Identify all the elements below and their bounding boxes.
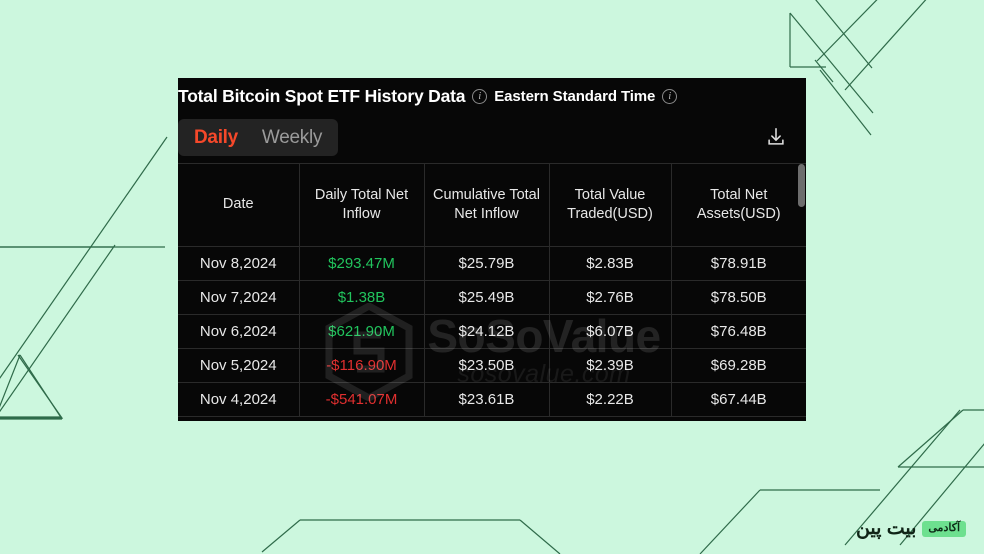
cell-date: Nov 8,2024 bbox=[178, 246, 300, 281]
cell-daily-net-inflow: -$116.90M bbox=[299, 348, 425, 383]
cell-total-value-traded: $2.39B bbox=[549, 348, 672, 383]
etf-history-panel: Total Bitcoin Spot ETF History Data i Ea… bbox=[178, 78, 806, 421]
table-header-row: Date Daily Total Net Inflow Cumulative T… bbox=[178, 164, 806, 247]
panel-header: Total Bitcoin Spot ETF History Data i Ea… bbox=[178, 78, 806, 114]
cell-date: Nov 7,2024 bbox=[178, 280, 300, 315]
cell-daily-net-inflow: -$541.07M bbox=[299, 382, 425, 417]
cell-date: Nov 5,2024 bbox=[178, 348, 300, 383]
cell-cumulative-net-inflow: $24.12B bbox=[424, 314, 550, 349]
etf-history-table-wrap: SoSoValue sosovalue.com Date Daily Total… bbox=[178, 163, 806, 419]
period-toggle-group: Daily Weekly bbox=[178, 118, 339, 156]
table-row[interactable]: Nov 5,2024 -$116.90M $23.50B $2.39B $69.28B bbox=[178, 348, 806, 383]
brand-badge: آکادمی bbox=[922, 520, 966, 537]
page-title: Total Bitcoin Spot ETF History Data bbox=[178, 85, 466, 106]
tab-daily[interactable]: Daily bbox=[182, 128, 250, 147]
table-row[interactable]: Nov 7,2024 $1.38B $25.49B $2.76B $78.50B bbox=[178, 280, 806, 315]
cell-total-value-traded: $6.07B bbox=[549, 314, 672, 349]
cell-cumulative-net-inflow: $25.79B bbox=[424, 246, 550, 281]
cell-total-net-assets: $67.44B bbox=[671, 382, 806, 417]
cell-daily-net-inflow: $1.38B bbox=[299, 280, 425, 315]
timezone-label: Eastern Standard Time bbox=[494, 87, 656, 105]
cell-daily-net-inflow: $293.47M bbox=[299, 246, 425, 281]
column-header-daily-net-inflow[interactable]: Daily Total Net Inflow bbox=[299, 164, 425, 247]
column-header-total-value-traded[interactable]: Total Value Traded(USD) bbox=[549, 164, 672, 247]
column-header-date[interactable]: Date bbox=[178, 164, 300, 247]
cell-total-value-traded: $2.83B bbox=[549, 246, 672, 281]
download-button[interactable] bbox=[762, 123, 790, 151]
tab-weekly[interactable]: Weekly bbox=[250, 128, 334, 147]
brand-name: بیت پین bbox=[855, 518, 917, 539]
table-body: Nov 8,2024 $293.47M $25.79B $2.83B $78.91B No… bbox=[178, 246, 806, 417]
cell-total-net-assets: $78.50B bbox=[671, 280, 806, 315]
column-header-total-net-assets[interactable]: Total Net Assets(USD) bbox=[671, 164, 806, 247]
cell-total-value-traded: $2.22B bbox=[549, 382, 672, 417]
brand-logo: آکادمی بیت پین bbox=[856, 517, 966, 540]
cell-total-net-assets: $78.91B bbox=[671, 246, 806, 281]
cell-cumulative-net-inflow: $25.49B bbox=[424, 280, 550, 315]
column-header-cumulative-net-inflow[interactable]: Cumulative Total Net Inflow bbox=[424, 164, 550, 247]
cell-cumulative-net-inflow: $23.61B bbox=[424, 382, 550, 417]
table-scrollbar[interactable] bbox=[798, 164, 805, 419]
table-row[interactable]: Nov 8,2024 $293.47M $25.79B $2.83B $78.91B bbox=[178, 246, 806, 281]
cell-date: Nov 6,2024 bbox=[178, 314, 300, 349]
etf-history-table: Date Daily Total Net Inflow Cumulative T… bbox=[178, 164, 806, 417]
cell-total-net-assets: $76.48B bbox=[671, 314, 806, 349]
table-scrollbar-thumb[interactable] bbox=[798, 164, 805, 207]
timezone-info-icon[interactable]: i bbox=[662, 89, 678, 104]
cell-total-value-traded: $2.76B bbox=[549, 280, 672, 315]
table-row[interactable]: Nov 4,2024 -$541.07M $23.61B $2.22B $67.44B bbox=[178, 382, 806, 417]
download-icon bbox=[768, 127, 784, 145]
panel-toolbar: Daily Weekly bbox=[178, 114, 806, 160]
cell-daily-net-inflow: $621.90M bbox=[299, 314, 425, 349]
cell-cumulative-net-inflow: $23.50B bbox=[424, 348, 550, 383]
cell-total-net-assets: $69.28B bbox=[671, 348, 806, 383]
cell-date: Nov 4,2024 bbox=[178, 382, 300, 417]
table-row[interactable]: Nov 6,2024 $621.90M $24.12B $6.07B $76.48B bbox=[178, 314, 806, 349]
title-info-icon[interactable]: i bbox=[472, 89, 488, 104]
